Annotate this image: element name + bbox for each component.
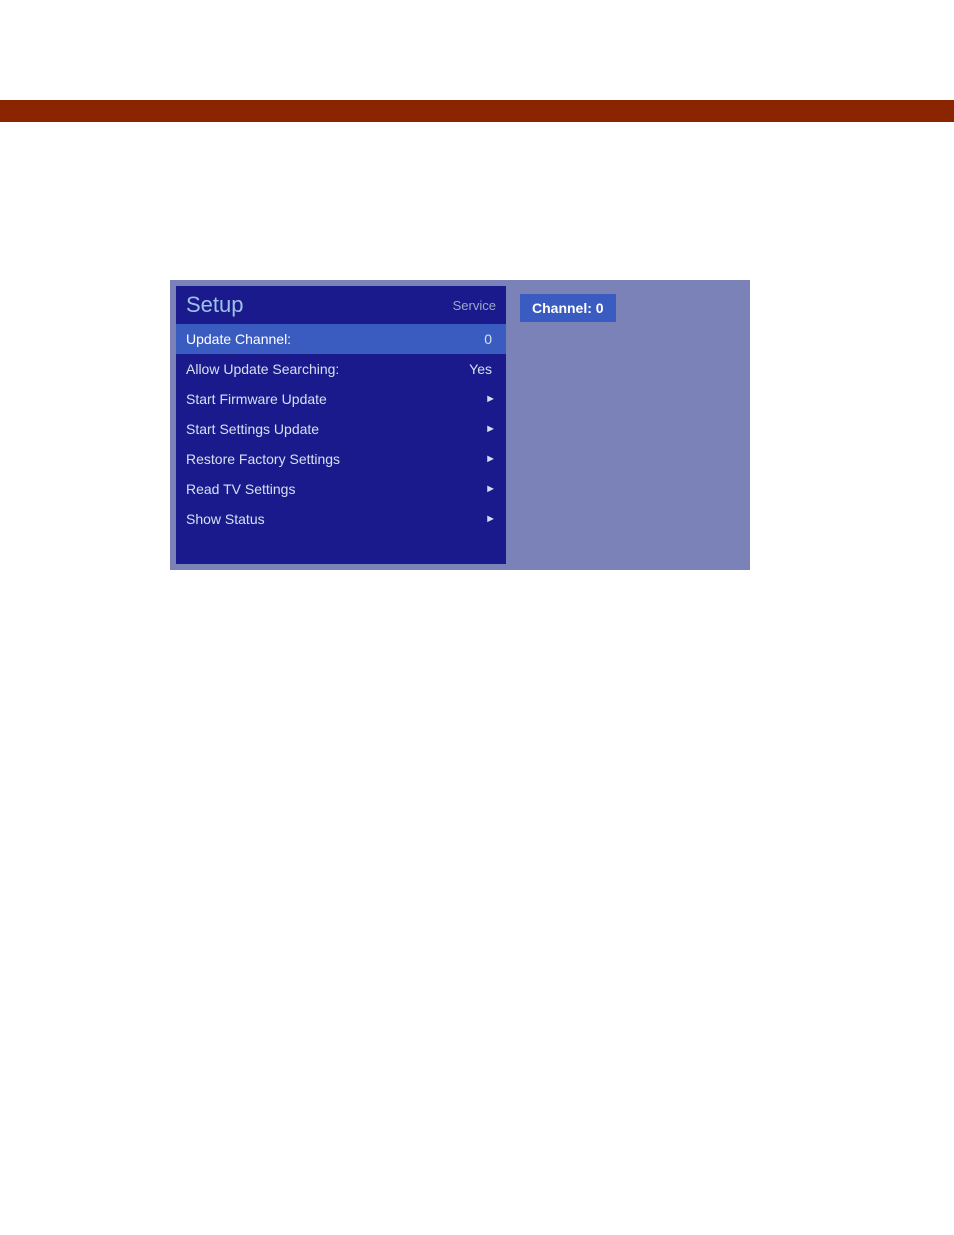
- menu-item-show-status[interactable]: Show Status ►: [176, 504, 506, 534]
- menu-item-read-tv[interactable]: Read TV Settings ►: [176, 474, 506, 504]
- menu-panel: Setup Service Update Channel: 0 Allow Up…: [176, 286, 506, 564]
- item-label-read-tv: Read TV Settings: [186, 481, 485, 497]
- menu-title: Setup: [186, 292, 453, 318]
- item-label-show-status: Show Status: [186, 511, 485, 527]
- item-label-firmware-update: Start Firmware Update: [186, 391, 485, 407]
- top-bar: [0, 100, 954, 122]
- menu-item-allow-update[interactable]: Allow Update Searching: Yes: [176, 354, 506, 384]
- menu-header: Setup Service: [176, 286, 506, 324]
- arrow-icon-settings: ►: [485, 423, 496, 435]
- menu-item-update-channel[interactable]: Update Channel: 0: [176, 324, 506, 354]
- side-panel: Channel: 0: [512, 286, 750, 564]
- menu-subtitle: Service: [453, 298, 496, 313]
- item-label-allow-update: Allow Update Searching:: [186, 361, 469, 377]
- channel-badge: Channel: 0: [520, 294, 616, 322]
- item-value-update-channel: 0: [484, 331, 492, 347]
- item-value-allow-update: Yes: [469, 361, 492, 377]
- menu-item-firmware-update[interactable]: Start Firmware Update ►: [176, 384, 506, 414]
- arrow-icon-show-status: ►: [485, 513, 496, 525]
- arrow-icon-firmware: ►: [485, 393, 496, 405]
- menu-item-restore-factory[interactable]: Restore Factory Settings ►: [176, 444, 506, 474]
- arrow-icon-read-tv: ►: [485, 483, 496, 495]
- item-label-restore-factory: Restore Factory Settings: [186, 451, 485, 467]
- item-label-update-channel: Update Channel:: [186, 331, 484, 347]
- arrow-icon-restore: ►: [485, 453, 496, 465]
- item-label-settings-update: Start Settings Update: [186, 421, 485, 437]
- menu-item-settings-update[interactable]: Start Settings Update ►: [176, 414, 506, 444]
- main-container: Setup Service Update Channel: 0 Allow Up…: [170, 280, 750, 570]
